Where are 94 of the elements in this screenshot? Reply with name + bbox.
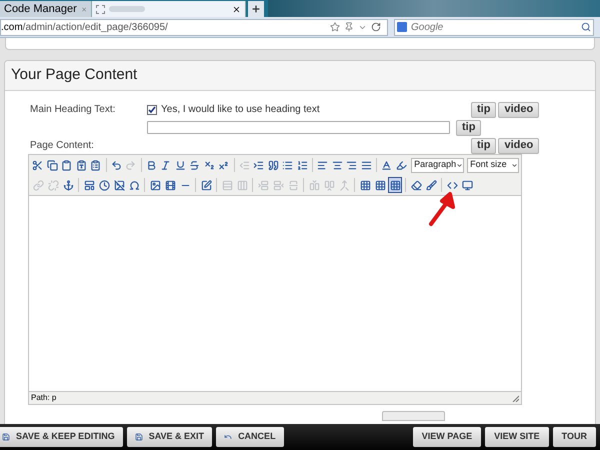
underline-icon [174,160,186,170]
action-button[interactable]: SAVE & EXIT [126,427,212,447]
strikethrough-icon [189,160,200,170]
new-tab-button[interactable] [248,1,264,17]
insert-row-icon [258,180,268,190]
italic-icon [160,160,172,170]
action-button[interactable]: SAVE & KEEP EDITING [0,427,123,447]
search-input[interactable]: Google [411,20,577,34]
numbered-list-icon [296,160,308,170]
action-button[interactable]: VIEW SITE [485,427,549,447]
search-engine-icon [397,22,407,32]
action-button[interactable]: CANCEL [216,427,284,447]
justify-icon [360,160,372,170]
omega-icon [128,180,140,190]
outdent-icon [238,160,250,170]
unlink-icon [48,180,58,190]
grid-icon [390,180,400,190]
anchor-icon [62,180,74,190]
help-button[interactable]: tip [471,102,496,118]
blurred-tab-title [109,6,145,12]
page-icon [96,4,105,14]
checkbox[interactable] [147,104,157,114]
paste-icon [61,160,72,170]
dropdown-icon [511,162,518,168]
clock-icon [98,180,110,190]
button-edge [382,411,445,421]
subscript-icon [204,160,215,170]
search-field[interactable]: Google [394,18,594,36]
link-icon [32,180,44,190]
monitor-icon [462,180,472,190]
field-label: Page Content: [30,139,95,153]
redo-icon [125,160,136,170]
field-label: Main Heading Text: [30,103,116,117]
edit-icon [200,180,212,190]
template-icon [84,180,94,190]
grid-tool[interactable] [388,177,402,193]
text-color-icon [381,160,392,170]
copy-icon [46,160,58,170]
resize-handle-icon[interactable] [512,394,519,402]
indent-icon [253,160,264,170]
save-icon [134,433,143,441]
help-button[interactable]: tip [471,138,496,154]
font-size-select[interactable]: Font size [467,158,520,172]
format-select[interactable]: Paragraph [411,158,464,172]
delete-column-icon [324,180,334,190]
action-button[interactable]: VIEW PAGE [412,427,482,447]
address-bar[interactable]: .com/admin/action/edit_page/366095/ [0,18,388,36]
browser-tab[interactable]: Code Manager [0,1,92,17]
help-button[interactable]: tip [456,120,482,136]
clipboard-text-icon [76,160,87,170]
align-left-icon [317,160,328,170]
save-icon [2,433,10,441]
insert-column-icon [308,180,320,190]
code-icon [446,180,458,190]
clipboard-list-icon [90,160,102,170]
grid-icon [360,180,370,190]
undo-icon [224,433,232,441]
section-title: Your Page Content [11,65,138,86]
reload-icon[interactable] [371,22,381,32]
film-icon [164,180,176,190]
url-text: .com/admin/action/edit_page/366095/ [1,20,169,34]
action-button[interactable]: TOUR [552,427,596,447]
bold-icon [146,160,157,170]
split-cell-icon [288,180,298,190]
undo-icon [110,160,122,170]
dropdown-icon [456,162,464,168]
highlighter-icon [396,160,407,170]
superscript-icon [218,160,230,170]
help-button[interactable]: video [498,138,540,154]
pointer-arrow-icon [428,191,458,227]
align-center-icon [332,160,343,170]
quote-icon [268,160,279,170]
help-button[interactable]: video [498,102,540,118]
element-path: Path: p [31,392,58,404]
delete-row-icon [272,180,284,190]
merge-icon [338,180,350,190]
star-icon[interactable] [330,22,340,32]
grid-icon [374,180,386,190]
checkbox-label: Yes, I would like to use heading text [161,103,320,117]
rows-icon [222,180,232,190]
align-right-icon [346,160,358,170]
columns-icon [236,180,248,190]
close-icon[interactable] [232,4,241,14]
search-icon[interactable] [581,22,591,32]
heading-input[interactable] [147,121,450,134]
tab-title: Code Manager [4,2,77,17]
bullet-list-icon [282,160,294,170]
image-off-icon [114,180,124,190]
plus-icon [251,4,261,14]
cut-icon [32,160,44,170]
image-icon [150,180,160,190]
brush-icon [426,180,436,190]
pin-icon[interactable] [344,22,354,32]
eraser-icon [410,180,422,190]
